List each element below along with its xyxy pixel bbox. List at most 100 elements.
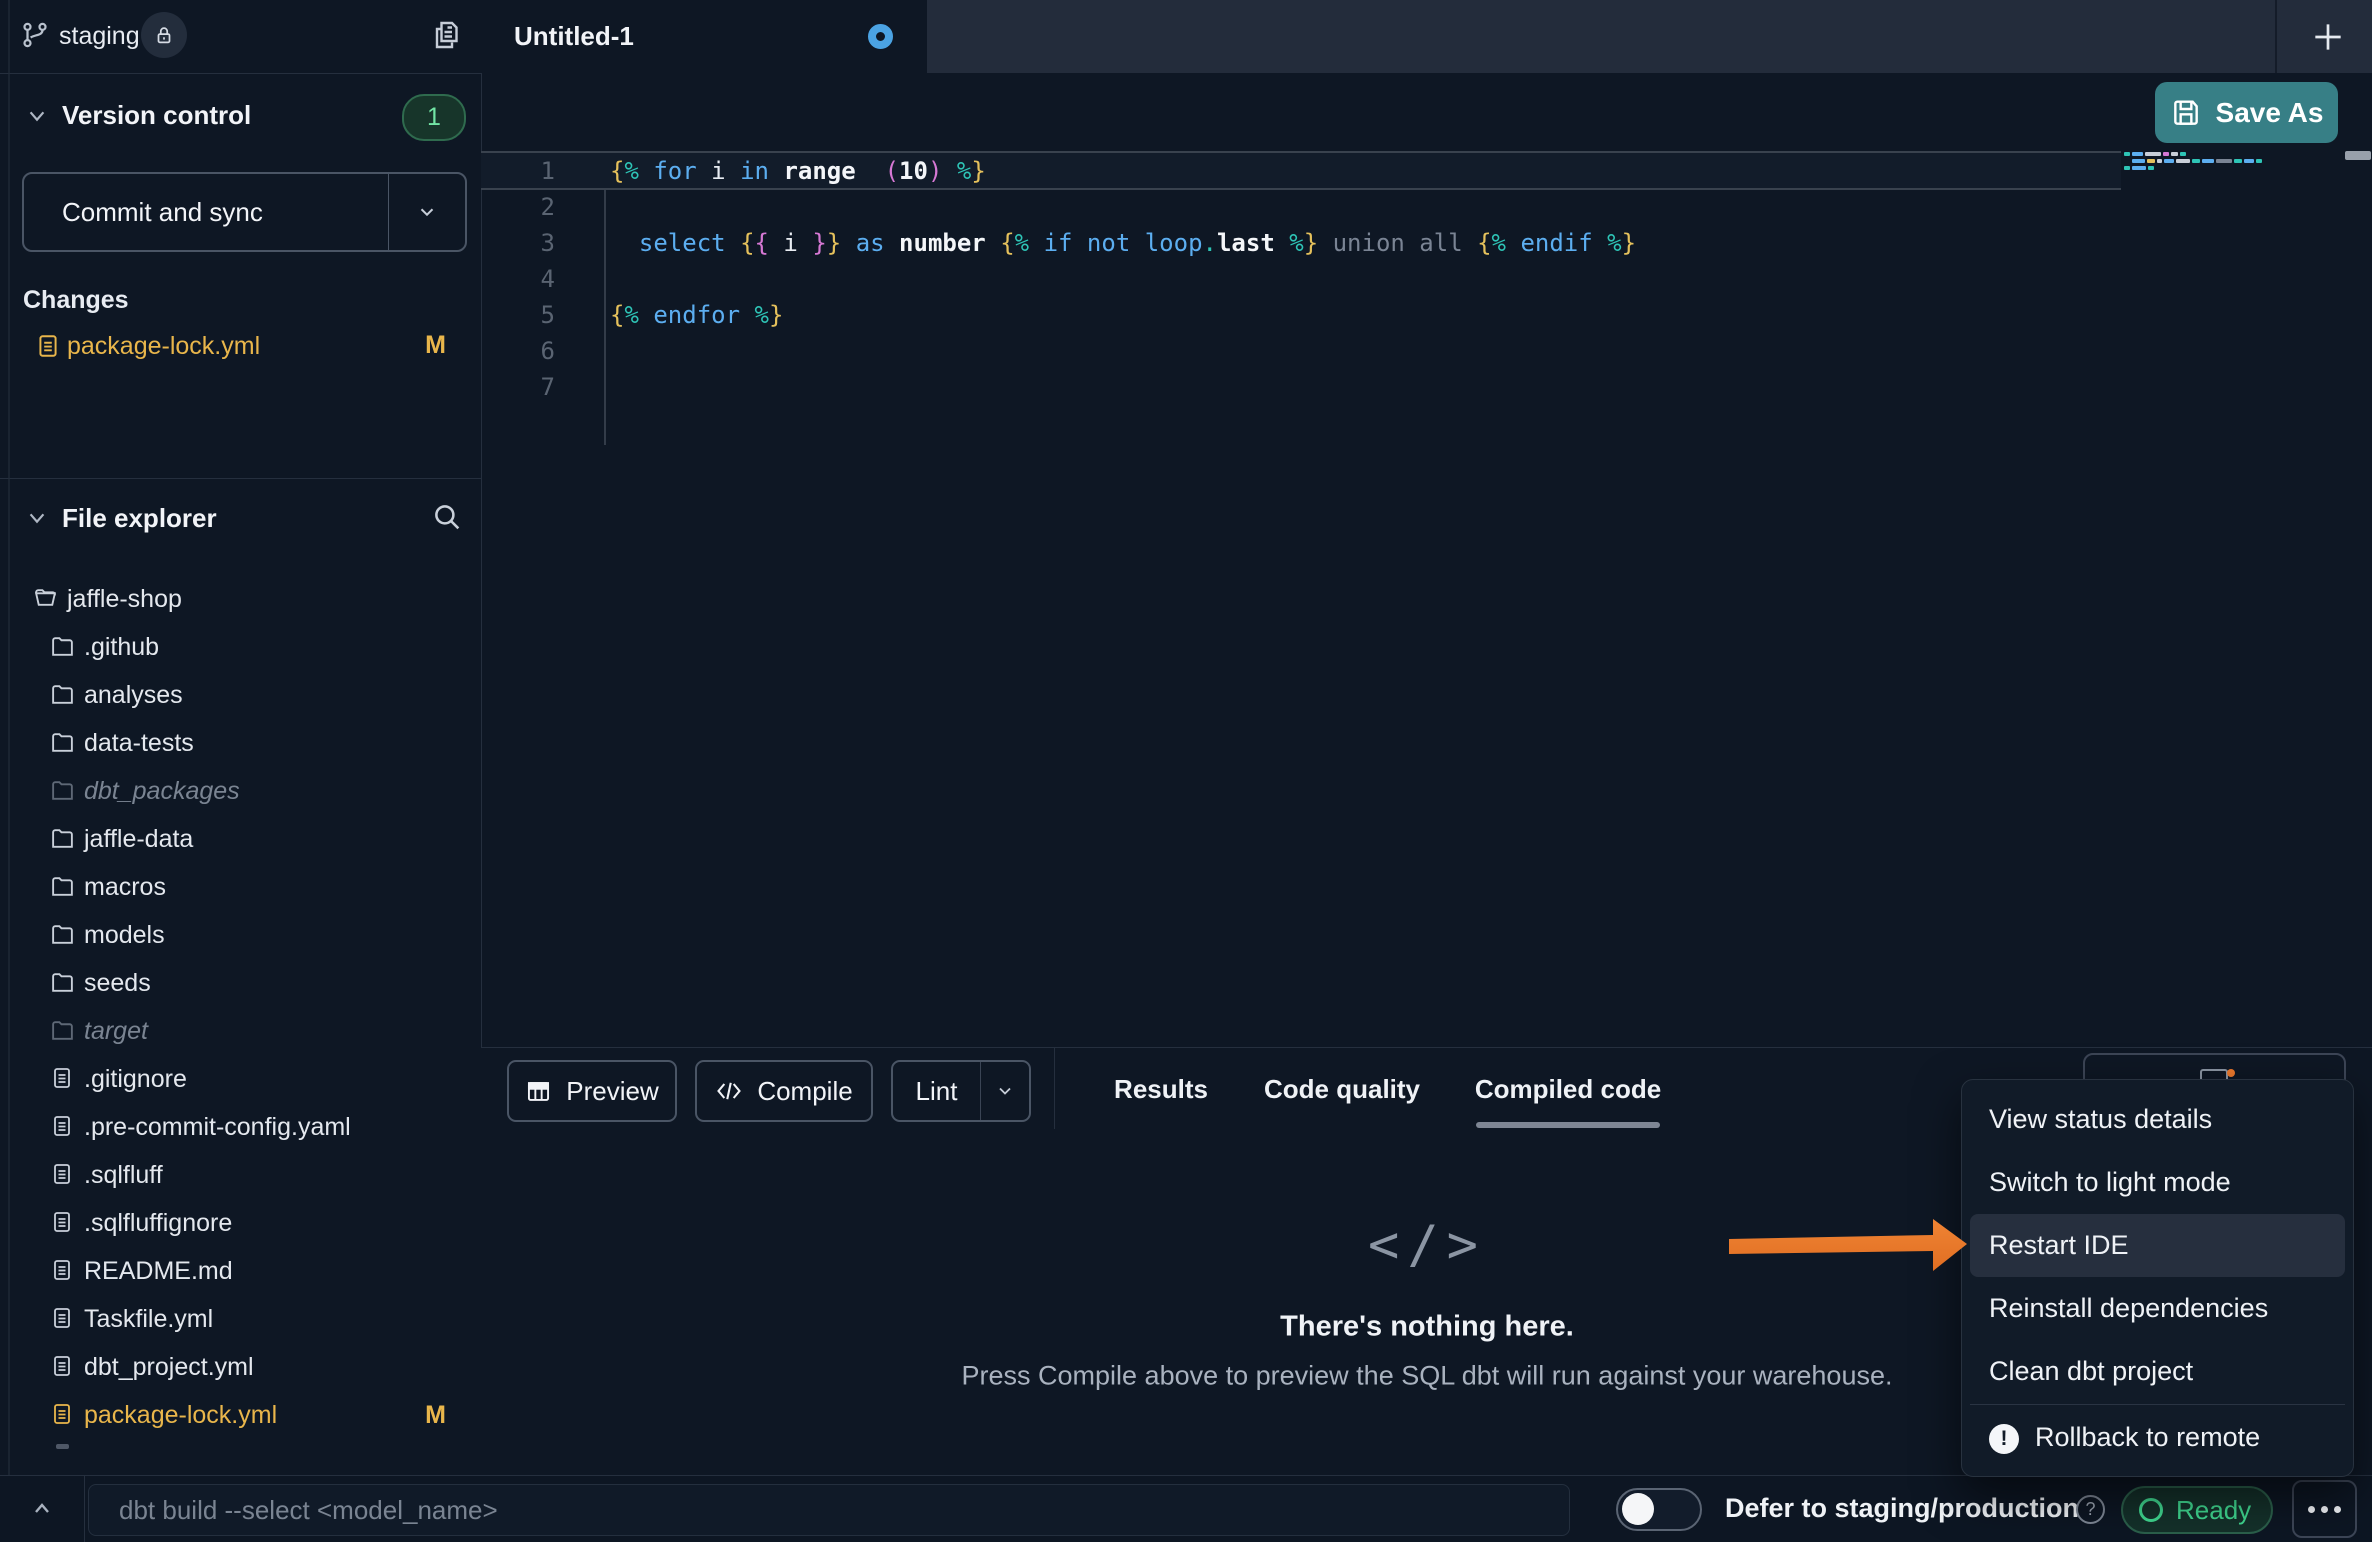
folder-open-icon: [33, 586, 58, 611]
toggle-knob: [1622, 1493, 1654, 1525]
toolbar-divider: [1054, 1047, 1055, 1129]
dbt-ide-window: staging Version control 1 Commit and syn…: [0, 0, 2372, 1542]
changed-file-name: package-lock.yml: [67, 322, 260, 370]
tab-results[interactable]: Results: [1114, 1062, 1208, 1116]
line-number: 4: [500, 261, 555, 297]
warning-icon: !: [1989, 1424, 2019, 1454]
tree-item-readme[interactable]: README.md: [0, 1247, 481, 1295]
status-label: Ready: [2176, 1495, 2251, 1526]
code-placeholder-icon: </>: [1368, 1215, 1486, 1275]
tree-item-gitignore[interactable]: .gitignore: [0, 1055, 481, 1103]
search-icon[interactable]: [430, 500, 470, 540]
tree-item-data-tests[interactable]: data-tests: [0, 719, 481, 767]
file-icon: [50, 1258, 75, 1283]
folder-icon: [50, 922, 75, 947]
line-number: 7: [500, 369, 555, 405]
git-branch-icon: [20, 20, 50, 50]
tab-code-quality[interactable]: Code quality: [1264, 1062, 1420, 1116]
notification-dot: [2227, 1069, 2235, 1077]
sidebar-scrollbar[interactable]: [8, 0, 10, 1475]
code-line-5: {% endfor %}: [610, 297, 783, 333]
command-input[interactable]: dbt build --select <model_name>: [88, 1484, 1570, 1536]
tree-item-analyses[interactable]: analyses: [0, 671, 481, 719]
expand-command-bar-icon[interactable]: [0, 1475, 85, 1542]
preview-label: Preview: [566, 1076, 658, 1107]
code-line-1: {% for i in range (10) %}: [610, 153, 986, 189]
editor-scrollbar-thumb[interactable]: [2345, 151, 2371, 160]
minimap[interactable]: [2124, 150, 2339, 176]
unsaved-indicator-dot[interactable]: [868, 24, 893, 49]
tab-compiled-code[interactable]: Compiled code: [1475, 1062, 1661, 1116]
menu-item-rollback-to-remote[interactable]: !Rollback to remote: [1962, 1406, 2353, 1469]
folder-icon: [50, 730, 75, 755]
tree-item-pre-commit-config[interactable]: .pre-commit-config.yaml: [0, 1103, 481, 1151]
menu-item-restart-ide[interactable]: Restart IDE: [1970, 1214, 2345, 1277]
tree-item-macros[interactable]: macros: [0, 863, 481, 911]
command-placeholder: dbt build --select <model_name>: [119, 1495, 498, 1526]
more-options-button[interactable]: [2292, 1480, 2357, 1538]
ellipsis-icon: [2308, 1506, 2315, 1513]
menu-divider: [1970, 1404, 2345, 1405]
tree-item-models[interactable]: models: [0, 911, 481, 959]
defer-toggle[interactable]: [1616, 1488, 1702, 1531]
menu-item-switch-to-light-mode[interactable]: Switch to light mode: [1962, 1151, 2353, 1214]
commit-options-chevron-icon[interactable]: [388, 174, 465, 250]
folder-icon: [50, 1018, 75, 1043]
tree-item-sqlfluff[interactable]: .sqlfluff: [0, 1151, 481, 1199]
tree-item-sqlfluffignore[interactable]: .sqlfluffignore: [0, 1199, 481, 1247]
tree-item-seeds[interactable]: seeds: [0, 959, 481, 1007]
tree-item-package-lock[interactable]: package-lock.yml M: [0, 1391, 481, 1439]
tree-item-dbt-project[interactable]: dbt_project.yml: [0, 1343, 481, 1391]
changed-file-row[interactable]: package-lock.yml M: [0, 322, 481, 370]
commit-and-sync-button[interactable]: Commit and sync: [22, 172, 467, 252]
code-editor[interactable]: 1 2 3 4 5 6 7 {% for i in range (10) %} …: [481, 73, 2372, 1047]
empty-state-subtitle: Press Compile above to preview the SQL d…: [962, 1361, 1893, 1392]
tree-item-target[interactable]: target: [0, 1007, 481, 1055]
file-icon: [50, 1114, 75, 1139]
version-control-count-badge: 1: [402, 94, 466, 141]
defer-label: Defer to staging/production: [1725, 1475, 2079, 1542]
line-number: 3: [500, 225, 555, 261]
lint-button[interactable]: Lint: [891, 1060, 1031, 1122]
section-divider: [0, 478, 481, 479]
modified-flag: M: [425, 1401, 446, 1430]
lint-options-chevron-icon[interactable]: [980, 1062, 1029, 1120]
status-ready-button[interactable]: Ready: [2121, 1486, 2273, 1534]
tree-item-dbt-packages[interactable]: dbt_packages: [0, 767, 481, 815]
clipped-tree-row: [56, 1444, 69, 1449]
modified-flag: M: [425, 331, 446, 360]
tree-item-jaffle-shop[interactable]: jaffle-shop: [0, 575, 481, 623]
version-control-collapse-icon[interactable]: [26, 105, 48, 127]
folder-icon: [50, 874, 75, 899]
menu-item-clean-dbt-project[interactable]: Clean dbt project: [1962, 1340, 2353, 1403]
folder-icon: [50, 634, 75, 659]
line-number: 2: [500, 189, 555, 225]
tree-item-jaffle-data[interactable]: jaffle-data: [0, 815, 481, 863]
tab-title: Untitled-1: [514, 0, 634, 73]
file-tree: jaffle-shop .github analyses data-tests …: [0, 551, 481, 1455]
tree-item-github[interactable]: .github: [0, 623, 481, 671]
folder-icon: [50, 970, 75, 995]
menu-item-reinstall-dependencies[interactable]: Reinstall dependencies: [1962, 1277, 2353, 1340]
help-icon[interactable]: ?: [2076, 1495, 2105, 1524]
file-icon: [50, 1162, 75, 1187]
tree-item-taskfile[interactable]: Taskfile.yml: [0, 1295, 481, 1343]
compile-button[interactable]: Compile: [695, 1060, 873, 1122]
branch-lock-icon: [141, 12, 187, 58]
file-icon: [50, 1402, 75, 1427]
gutter-border: [604, 190, 606, 445]
new-tab-button[interactable]: [2284, 0, 2372, 73]
branch-name[interactable]: staging: [59, 22, 140, 51]
code-line-3: select {{ i }} as number {% if not loop.…: [610, 225, 1636, 261]
folder-icon: [50, 826, 75, 851]
menu-item-view-status-details[interactable]: View status details: [1962, 1088, 2353, 1151]
folder-icon: [50, 778, 75, 803]
copy-branch-icon[interactable]: [428, 17, 466, 55]
preview-button[interactable]: Preview: [507, 1060, 677, 1122]
commit-button-label: Commit and sync: [24, 197, 388, 228]
sidebar: staging Version control 1 Commit and syn…: [0, 0, 482, 1475]
file-icon: [50, 1066, 75, 1091]
tab-untitled-1[interactable]: Untitled-1: [481, 0, 927, 73]
file-explorer-collapse-icon[interactable]: [26, 507, 48, 529]
changes-heading: Changes: [23, 286, 129, 315]
